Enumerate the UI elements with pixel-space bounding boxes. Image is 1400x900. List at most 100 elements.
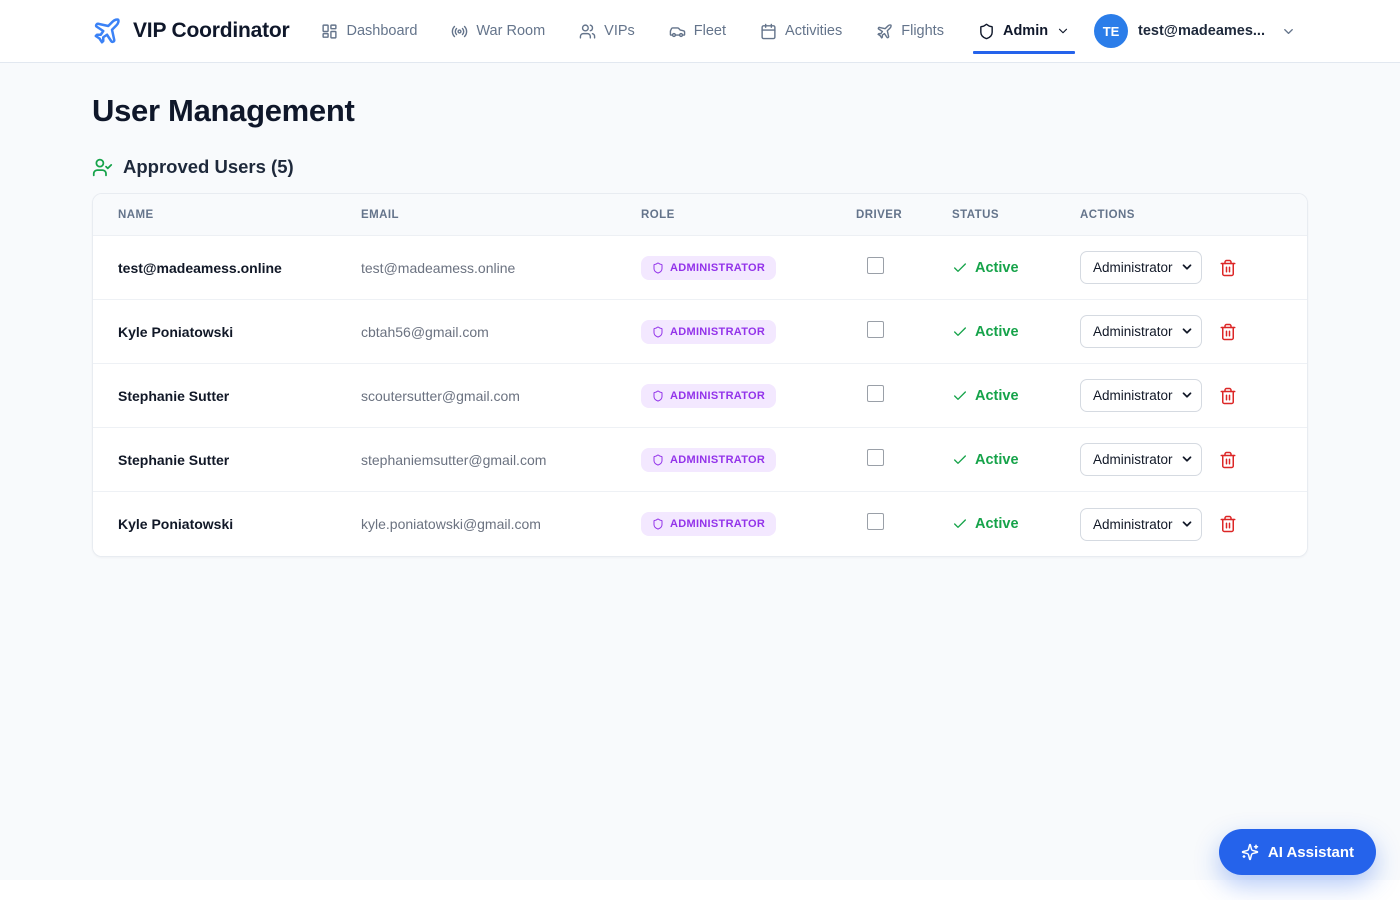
nav-item-admin[interactable]: Admin [976, 17, 1072, 46]
top-nav-bar: VIP Coordinator Dashboard War Room VIPs … [0, 0, 1400, 63]
bottom-strip [0, 880, 1400, 900]
role-badge-label: ADMINISTRATOR [670, 326, 765, 338]
table-row: Kyle Poniatowski kyle.poniatowski@gmail.… [93, 492, 1307, 556]
status-badge: Active [952, 452, 1080, 468]
nav-label: War Room [476, 23, 545, 39]
nav-label: Activities [785, 23, 842, 39]
nav-label: Dashboard [346, 23, 417, 39]
role-badge: ADMINISTRATOR [641, 512, 776, 536]
driver-checkbox[interactable] [867, 513, 884, 530]
user-email: scoutersutter@gmail.com [361, 388, 641, 404]
user-email-label: test@madeames... [1138, 23, 1265, 39]
trash-icon [1219, 323, 1237, 341]
status-label: Active [975, 388, 1019, 404]
user-name: Kyle Poniatowski [118, 324, 361, 340]
driver-checkbox[interactable] [867, 321, 884, 338]
ai-assistant-label: AI Assistant [1268, 844, 1354, 861]
delete-user-button[interactable] [1219, 515, 1237, 533]
delete-user-button[interactable] [1219, 451, 1237, 469]
column-header-name: NAME [118, 209, 361, 221]
check-icon [952, 260, 968, 276]
user-name: Stephanie Sutter [118, 452, 361, 468]
column-header-status: STATUS [952, 209, 1080, 221]
shield-icon [652, 326, 664, 338]
nav-item-fleet[interactable]: Fleet [667, 17, 728, 46]
table-row: Stephanie Sutter stephaniemsutter@gmail.… [93, 428, 1307, 492]
status-label: Active [975, 516, 1019, 532]
role-select[interactable]: Administrator [1080, 379, 1202, 412]
avatar: TE [1094, 14, 1128, 48]
table-row: Kyle Poniatowski cbtah56@gmail.com ADMIN… [93, 300, 1307, 364]
column-header-actions: ACTIONS [1080, 209, 1283, 221]
user-menu[interactable]: TE test@madeames... [1094, 14, 1296, 48]
nav-item-war-room[interactable]: War Room [449, 17, 547, 46]
delete-user-button[interactable] [1219, 259, 1237, 277]
role-select[interactable]: Administrator [1080, 508, 1202, 541]
role-select-wrap: Administrator [1080, 508, 1202, 541]
table-row: Stephanie Sutter scoutersutter@gmail.com… [93, 364, 1307, 428]
shield-icon [652, 262, 664, 274]
user-name: test@madeamess.online [118, 260, 361, 276]
status-badge: Active [952, 260, 1080, 276]
role-badge: ADMINISTRATOR [641, 448, 776, 472]
nav-label: Fleet [694, 23, 726, 39]
trash-icon [1219, 515, 1237, 533]
check-icon [952, 516, 968, 532]
radio-icon [451, 23, 468, 40]
role-select-wrap: Administrator [1080, 443, 1202, 476]
shield-icon [978, 23, 995, 40]
section-title: Approved Users (5) [123, 156, 294, 178]
users-icon [579, 23, 596, 40]
user-name: Stephanie Sutter [118, 388, 361, 404]
user-check-icon [92, 157, 113, 178]
role-select-wrap: Administrator [1080, 315, 1202, 348]
nav-item-vips[interactable]: VIPs [577, 17, 637, 46]
role-badge: ADMINISTRATOR [641, 320, 776, 344]
nav-label: VIPs [604, 23, 635, 39]
role-select[interactable]: Administrator [1080, 315, 1202, 348]
role-badge: ADMINISTRATOR [641, 384, 776, 408]
role-badge-label: ADMINISTRATOR [670, 390, 765, 402]
status-label: Active [975, 260, 1019, 276]
nav-item-activities[interactable]: Activities [758, 17, 844, 46]
ai-assistant-button[interactable]: AI Assistant [1219, 829, 1376, 875]
user-email: cbtah56@gmail.com [361, 324, 641, 340]
section-header: Approved Users (5) [92, 156, 1308, 178]
trash-icon [1219, 259, 1237, 277]
status-badge: Active [952, 516, 1080, 532]
column-header-email: EMAIL [361, 209, 641, 221]
shield-icon [652, 390, 664, 402]
sparkles-icon [1241, 843, 1259, 861]
nav-item-flights[interactable]: Flights [874, 17, 946, 46]
page-title: User Management [92, 93, 1308, 129]
car-icon [669, 23, 686, 40]
shield-icon [652, 518, 664, 530]
calendar-icon [760, 23, 777, 40]
driver-checkbox[interactable] [867, 385, 884, 402]
table-row: test@madeamess.online test@madeamess.onl… [93, 236, 1307, 300]
nav-label: Admin [1003, 23, 1048, 39]
status-label: Active [975, 324, 1019, 340]
chevron-down-icon [1056, 24, 1070, 38]
role-select[interactable]: Administrator [1080, 251, 1202, 284]
main-nav: Dashboard War Room VIPs Fleet Activities… [319, 17, 1072, 46]
plane-icon [876, 23, 893, 40]
column-header-driver: DRIVER [856, 209, 952, 221]
table-header-row: NAME EMAIL ROLE DRIVER STATUS ACTIONS [93, 194, 1307, 236]
driver-checkbox[interactable] [867, 449, 884, 466]
nav-item-dashboard[interactable]: Dashboard [319, 17, 419, 46]
approved-users-table: NAME EMAIL ROLE DRIVER STATUS ACTIONS te… [92, 193, 1308, 557]
status-badge: Active [952, 324, 1080, 340]
trash-icon [1219, 451, 1237, 469]
main-content: User Management Approved Users (5) NAME … [0, 63, 1400, 880]
delete-user-button[interactable] [1219, 323, 1237, 341]
user-name: Kyle Poniatowski [118, 516, 361, 532]
column-header-role: ROLE [641, 209, 856, 221]
role-badge: ADMINISTRATOR [641, 256, 776, 280]
brand: VIP Coordinator [92, 16, 289, 46]
role-badge-label: ADMINISTRATOR [670, 454, 765, 466]
status-label: Active [975, 452, 1019, 468]
delete-user-button[interactable] [1219, 387, 1237, 405]
driver-checkbox[interactable] [867, 257, 884, 274]
role-select[interactable]: Administrator [1080, 443, 1202, 476]
